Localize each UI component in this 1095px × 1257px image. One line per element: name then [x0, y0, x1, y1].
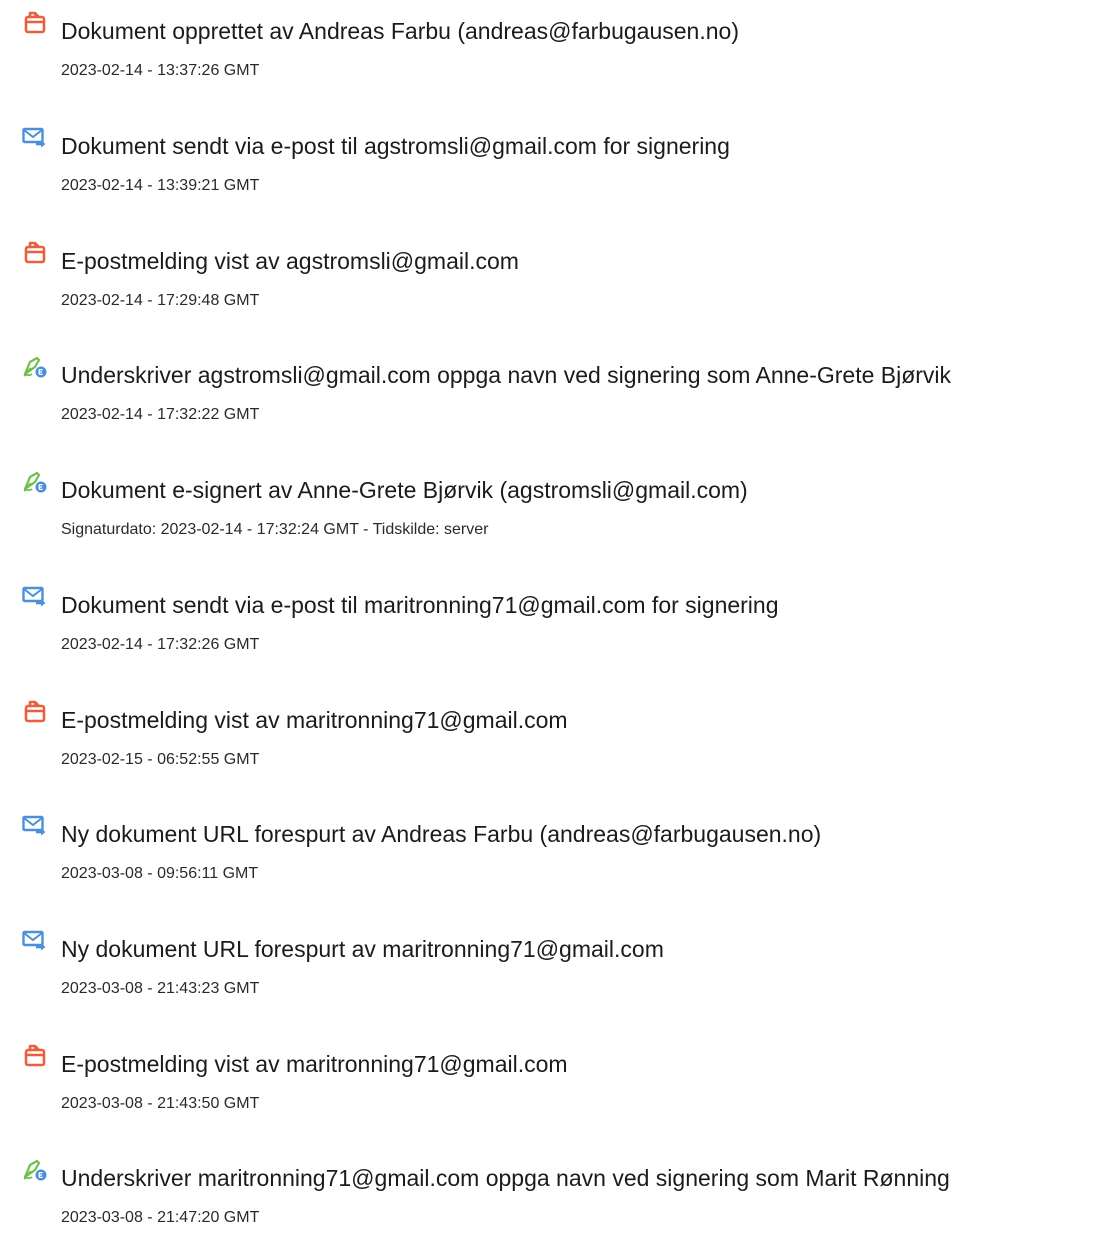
audit-entry: Dokument e-signert av Anne-Grete Bjørvik…: [0, 459, 1095, 569]
audit-entry: E-postmelding vist av maritronning71@gma…: [0, 689, 1095, 799]
audit-entry: E-postmelding vist av agstromsli@gmail.c…: [0, 230, 1095, 340]
e-sign-icon: [22, 353, 48, 379]
email-send-icon: [22, 812, 48, 838]
entry-title: E-postmelding vist av agstromsli@gmail.c…: [61, 248, 519, 274]
entry-timestamp: 2023-03-08 - 21:47:20 GMT: [61, 1209, 260, 1226]
entry-timestamp: 2023-02-14 - 13:39:21 GMT: [61, 177, 260, 194]
entry-timestamp: 2023-02-14 - 13:37:26 GMT: [61, 62, 260, 79]
document-icon: [22, 239, 48, 265]
entry-title: Ny dokument URL forespurt av maritronnin…: [61, 936, 664, 962]
entry-timestamp: Signaturdato: 2023-02-14 - 17:32:24 GMT …: [61, 521, 489, 538]
email-send-icon: [22, 927, 48, 953]
audit-entry: Dokument opprettet av Andreas Farbu (and…: [0, 0, 1095, 110]
audit-entry: Underskriver maritronning71@gmail.com op…: [0, 1147, 1095, 1257]
entry-timestamp: 2023-03-08 - 09:56:11 GMT: [61, 865, 259, 882]
entry-title: E-postmelding vist av maritronning71@gma…: [61, 1051, 568, 1077]
email-send-icon: [22, 583, 48, 609]
document-icon: [22, 1042, 48, 1068]
entry-title: Dokument sendt via e-post til maritronni…: [61, 592, 779, 618]
audit-entry: Dokument sendt via e-post til maritronni…: [0, 574, 1095, 684]
entry-timestamp: 2023-02-14 - 17:29:48 GMT: [61, 292, 260, 309]
email-send-icon: [22, 124, 48, 150]
entry-title: Dokument opprettet av Andreas Farbu (and…: [61, 18, 739, 44]
entry-timestamp: 2023-02-14 - 17:32:22 GMT: [61, 406, 260, 423]
audit-entry: Ny dokument URL forespurt av Andreas Far…: [0, 803, 1095, 913]
audit-entry: E-postmelding vist av maritronning71@gma…: [0, 1033, 1095, 1143]
e-sign-icon: [22, 468, 48, 494]
document-icon: [22, 9, 48, 35]
entry-timestamp: 2023-03-08 - 21:43:23 GMT: [61, 980, 260, 997]
audit-entry: Underskriver agstromsli@gmail.com oppga …: [0, 344, 1095, 454]
entry-title: Dokument e-signert av Anne-Grete Bjørvik…: [61, 477, 748, 503]
entry-title: Dokument sendt via e-post til agstromsli…: [61, 133, 730, 159]
entry-timestamp: 2023-02-15 - 06:52:55 GMT: [61, 751, 260, 768]
audit-entry: Dokument sendt via e-post til agstromsli…: [0, 115, 1095, 225]
entry-timestamp: 2023-02-14 - 17:32:26 GMT: [61, 636, 260, 653]
entry-title: E-postmelding vist av maritronning71@gma…: [61, 707, 568, 733]
entry-title: Ny dokument URL forespurt av Andreas Far…: [61, 821, 822, 847]
entry-title: Underskriver agstromsli@gmail.com oppga …: [61, 362, 952, 388]
document-icon: [22, 698, 48, 724]
e-sign-icon: [22, 1156, 48, 1182]
entry-title: Underskriver maritronning71@gmail.com op…: [61, 1165, 950, 1191]
entry-timestamp: 2023-03-08 - 21:43:50 GMT: [61, 1095, 260, 1112]
audit-entry: Ny dokument URL forespurt av maritronnin…: [0, 918, 1095, 1028]
